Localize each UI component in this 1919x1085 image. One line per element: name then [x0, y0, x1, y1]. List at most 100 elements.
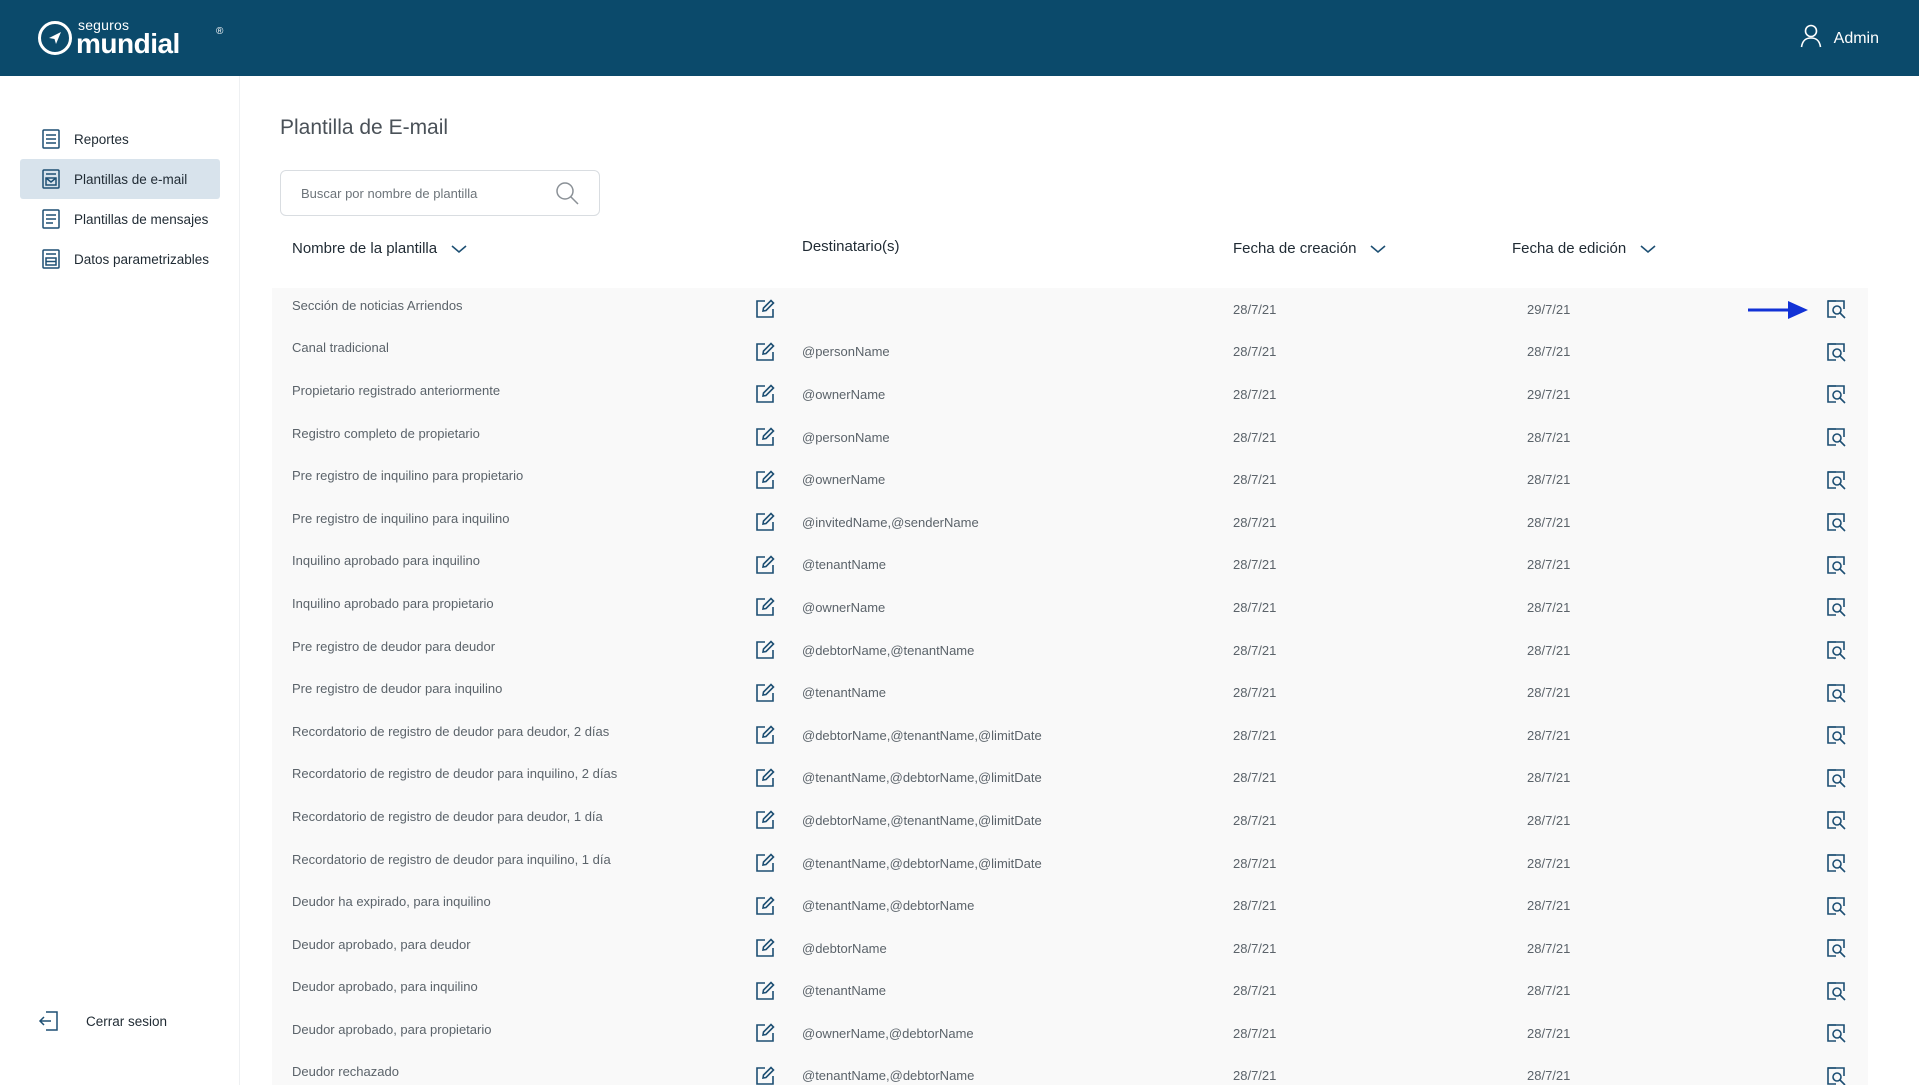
template-name: Deudor aprobado, para inquilino: [292, 979, 478, 995]
column-header-label: Fecha de edición: [1512, 240, 1627, 257]
sidebar-item-plantillas-email[interactable]: Plantillas de e-mail: [20, 159, 220, 199]
preview-icon[interactable]: [1826, 927, 1846, 970]
preview-icon[interactable]: [1826, 671, 1846, 714]
table-row: Deudor rechazado @tenantName,@debtorName 2…: [272, 1055, 1868, 1085]
table-row: Recordatorio de registro de deudor para …: [272, 757, 1868, 800]
created-date: 28/7/21: [1233, 386, 1277, 402]
template-name: Deudor aprobado, para deudor: [292, 936, 471, 952]
sidebar-item-datos-parametrizables[interactable]: Datos parametrizables: [20, 239, 220, 279]
edit-icon[interactable]: [755, 757, 775, 800]
created-date: 28/7/21: [1233, 344, 1277, 360]
edit-icon[interactable]: [755, 842, 775, 885]
preview-icon[interactable]: [1826, 373, 1846, 416]
preview-icon[interactable]: [1826, 416, 1846, 459]
template-name: Inquilino aprobado para inquilino: [292, 553, 480, 569]
table-row: Recordatorio de registro de deudor para …: [272, 799, 1868, 842]
edit-icon[interactable]: [755, 331, 775, 374]
edit-icon[interactable]: [755, 458, 775, 501]
edit-icon[interactable]: [755, 288, 775, 331]
preview-icon[interactable]: [1826, 970, 1846, 1013]
edited-date: 28/7/21: [1527, 429, 1571, 445]
edit-icon[interactable]: [755, 586, 775, 629]
edit-icon[interactable]: [755, 671, 775, 714]
edit-icon[interactable]: [755, 373, 775, 416]
template-name: Deudor ha expirado, para inquilino: [292, 894, 491, 910]
sidebar-item-reportes[interactable]: Reportes: [20, 119, 220, 159]
table-row: Recordatorio de registro de deudor para …: [272, 714, 1868, 757]
edit-icon[interactable]: [755, 970, 775, 1013]
column-header-label: Fecha de creación: [1233, 240, 1357, 257]
edit-icon[interactable]: [755, 501, 775, 544]
column-header-edited[interactable]: Fecha de edición: [1512, 240, 1656, 257]
sidebar-item-label: Plantillas de e-mail: [74, 171, 188, 187]
preview-icon[interactable]: [1826, 544, 1846, 587]
table-row: Deudor ha expirado, para inquilino @tenan…: [272, 884, 1868, 927]
template-name: Propietario registrado anteriormente: [292, 382, 501, 398]
created-date: 28/7/21: [1233, 812, 1277, 828]
column-header-name[interactable]: Nombre de la plantilla: [292, 240, 467, 257]
edit-icon[interactable]: [755, 927, 775, 970]
column-header-created[interactable]: Fecha de creación: [1233, 240, 1386, 257]
chevron-down-icon: [1370, 244, 1386, 254]
template-recipients: @ownerName: [802, 386, 886, 402]
created-date: 28/7/21: [1233, 1068, 1277, 1084]
created-date: 28/7/21: [1233, 1025, 1277, 1041]
preview-icon[interactable]: [1826, 842, 1846, 885]
edited-date: 28/7/21: [1527, 472, 1571, 488]
edited-date: 28/7/21: [1527, 940, 1571, 956]
edit-icon[interactable]: [755, 1012, 775, 1055]
user-icon: [1800, 24, 1822, 53]
search-input[interactable]: [301, 185, 555, 201]
template-name: Pre registro de inquilino para inquilino: [292, 510, 510, 526]
table-row: Sección de noticias Arriendos 28/7/21 29/7…: [272, 288, 1868, 331]
edit-icon[interactable]: [755, 629, 775, 672]
template-recipients: @ownerName: [802, 599, 886, 615]
logout-label: Cerrar sesion: [86, 1013, 168, 1029]
preview-icon[interactable]: [1826, 501, 1846, 544]
preview-icon[interactable]: [1826, 757, 1846, 800]
preview-icon[interactable]: [1826, 288, 1846, 331]
created-date: 28/7/21: [1233, 855, 1277, 871]
preview-icon[interactable]: [1826, 458, 1846, 501]
edit-icon[interactable]: [755, 884, 775, 927]
edit-icon[interactable]: [755, 1055, 775, 1085]
created-date: 28/7/21: [1233, 770, 1277, 786]
edit-icon[interactable]: [755, 416, 775, 459]
table-row: Pre registro de deudor para deudor @debto…: [272, 629, 1868, 672]
template-recipients: @invitedName,@senderName: [802, 514, 979, 530]
sidebar-item-plantillas-mensajes[interactable]: Plantillas de mensajes: [20, 199, 220, 239]
template-name: Recordatorio de registro de deudor para …: [292, 851, 611, 867]
preview-icon[interactable]: [1826, 799, 1846, 842]
preview-icon[interactable]: [1826, 884, 1846, 927]
edited-date: 28/7/21: [1527, 599, 1571, 615]
table-row: Canal tradicional @personName 28/7/21 28/7/…: [272, 331, 1868, 374]
column-header-recipients: Destinatario(s): [802, 238, 900, 255]
user-menu[interactable]: Admin: [1800, 24, 1879, 53]
template-recipients: @tenantName,@debtorName,@limitDate: [802, 855, 1042, 871]
template-recipients: @tenantName,@debtorName,@limitDate: [802, 770, 1042, 786]
template-name: Recordatorio de registro de deudor para …: [292, 766, 618, 782]
edited-date: 28/7/21: [1527, 812, 1571, 828]
edited-date: 28/7/21: [1527, 770, 1571, 786]
created-date: 28/7/21: [1233, 983, 1277, 999]
created-date: 28/7/21: [1233, 940, 1277, 956]
preview-icon[interactable]: [1826, 1055, 1846, 1085]
template-name: Deudor aprobado, para propietario: [292, 1021, 492, 1037]
edited-date: 28/7/21: [1527, 855, 1571, 871]
table-row: Pre registro de inquilino para inquilino…: [272, 501, 1868, 544]
logout-button[interactable]: Cerrar sesion: [38, 1010, 167, 1032]
preview-icon[interactable]: [1826, 586, 1846, 629]
edit-icon[interactable]: [755, 799, 775, 842]
sidebar-item-label: Datos parametrizables: [74, 251, 210, 267]
edit-icon[interactable]: [755, 714, 775, 757]
preview-icon[interactable]: [1826, 1012, 1846, 1055]
brand-logo[interactable]: seguros mundial ®: [38, 16, 223, 60]
preview-icon[interactable]: [1826, 331, 1846, 374]
preview-icon[interactable]: [1826, 629, 1846, 672]
template-recipients: @tenantName: [802, 685, 887, 701]
table-row: Recordatorio de registro de deudor para …: [272, 842, 1868, 885]
created-date: 28/7/21: [1233, 642, 1277, 658]
search-icon[interactable]: [555, 181, 579, 205]
preview-icon[interactable]: [1826, 714, 1846, 757]
edit-icon[interactable]: [755, 544, 775, 587]
